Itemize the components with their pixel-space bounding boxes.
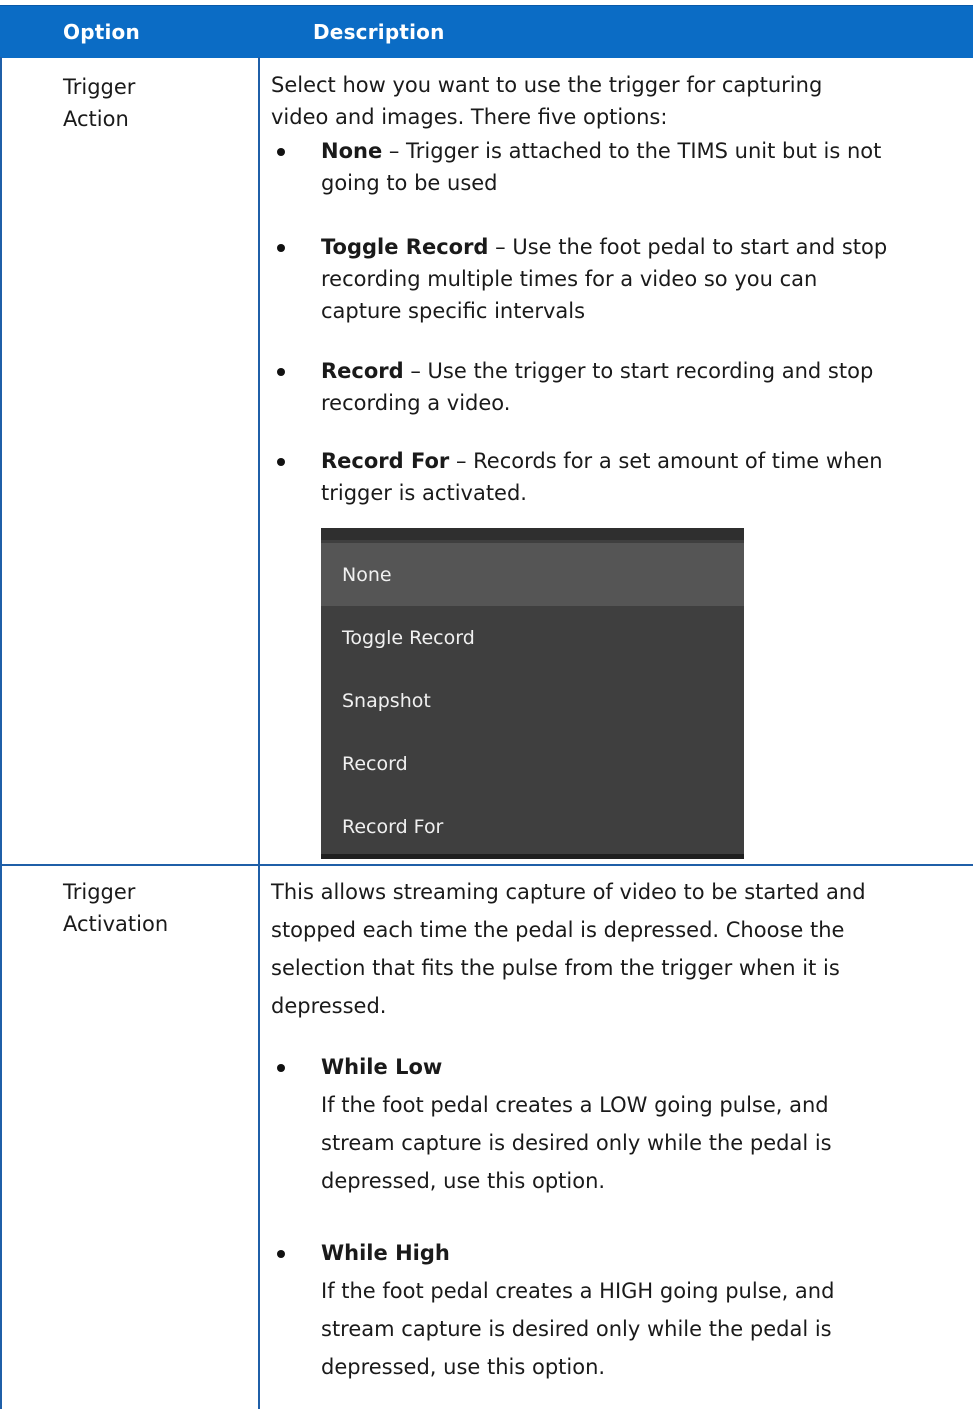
menu-item-record-for[interactable]: Record For [321,795,744,858]
bullet-dot [277,368,285,376]
bullet-dot [277,244,285,252]
menu-item-record[interactable]: Record [321,732,744,795]
bullet-dot [277,1064,285,1072]
header-description: Description [313,20,445,44]
bullet-dot [277,458,285,466]
option-trigger-action: Trigger Action [63,75,136,131]
row-divider [0,864,973,866]
trigger-action-intro: Select how you want to use the trigger f… [271,73,823,129]
table-header: Option Description [0,5,973,58]
table-border-left [0,57,2,1409]
option-trigger-activation: Trigger Activation [63,880,169,936]
header-option: Option [63,20,140,44]
options-table: Option Description Trigger Action Select… [0,0,973,1409]
menu-item-none[interactable]: None [321,543,744,606]
bullet-dot [277,1250,285,1258]
menu-item-toggle-record[interactable]: Toggle Record [321,606,744,669]
trigger-action-dropdown: None Toggle Record Snapshot Record Recor… [321,528,744,859]
menu-item-snapshot[interactable]: Snapshot [321,669,744,732]
menu-bottom-edge [321,854,744,859]
column-divider [258,57,260,1409]
bullet-dot [277,148,285,156]
trigger-activation-intro: This allows streaming capture of video t… [271,880,866,1018]
